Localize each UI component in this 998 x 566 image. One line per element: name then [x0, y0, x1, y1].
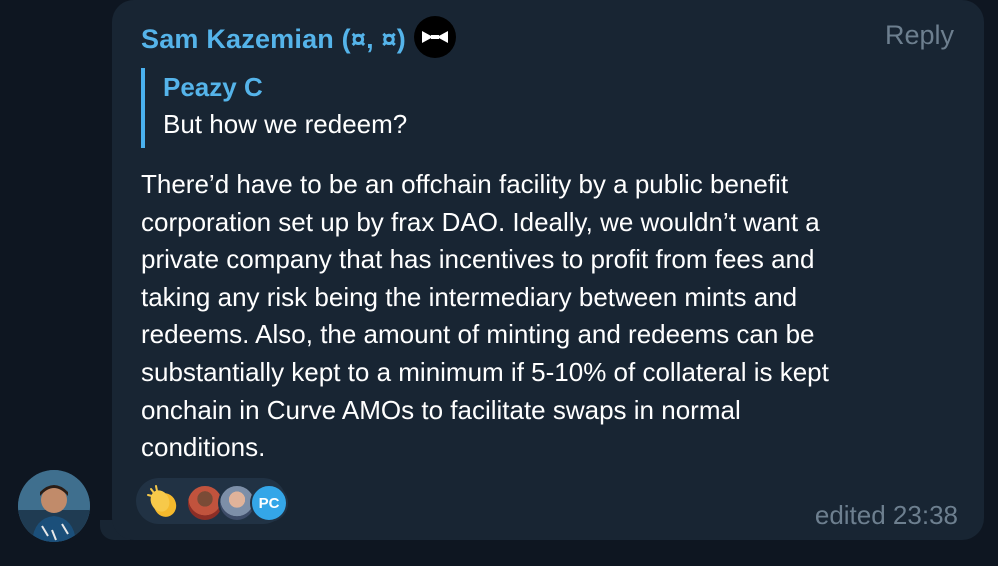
sender-name[interactable]: Sam Kazemian (¤, ¤) [141, 24, 406, 55]
sender-avatar[interactable] [18, 470, 90, 542]
message-line: There’d have to be an offchain facility … [141, 169, 789, 199]
message-line: substantially kept to a minimum if 5-10%… [141, 356, 829, 387]
message-line: corporation set up by frax DAO. Ideally,… [141, 206, 820, 237]
message-line: redeems. Also, the amount of minting and… [141, 319, 815, 350]
edited-timestamp: edited 23:38 [814, 500, 958, 530]
reactor-avatar-initials: PC [250, 484, 288, 522]
message-text: There’d have to be an offchain facility … [141, 166, 941, 467]
sender-header: Sam Kazemian (¤, ¤) [141, 16, 456, 58]
reaction-pill[interactable]: PC [136, 478, 288, 524]
message-line: private company that has incentives to p… [141, 244, 815, 275]
clapping-hands-icon [146, 483, 180, 519]
reply-button[interactable]: Reply [885, 20, 954, 51]
quote-text: But how we redeem? [163, 109, 408, 139]
ninja-mask-icon [413, 16, 456, 58]
message-line: onchain in Curve AMOs to facilitate swap… [141, 394, 741, 425]
message-line: conditions. [141, 432, 266, 463]
quote-author: Peazy C [163, 72, 263, 102]
quoted-message[interactable]: Peazy C But how we redeem? [141, 68, 663, 148]
message-line: taking any risk being the intermediary b… [141, 281, 798, 312]
